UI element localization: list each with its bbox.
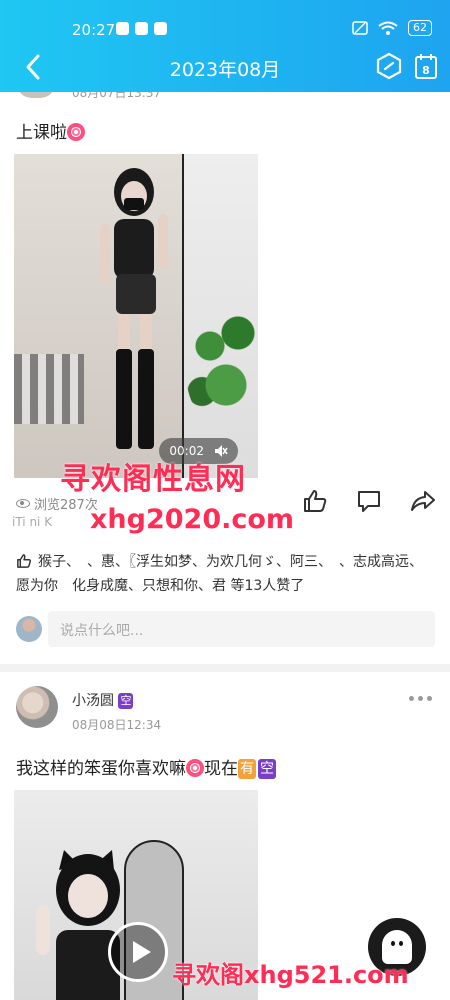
my-avatar: [16, 616, 42, 642]
battery-indicator: 62: [408, 20, 432, 36]
comment-input[interactable]: 说点什么吧...: [48, 611, 435, 647]
author-name-text: 小汤圆: [72, 693, 114, 709]
nav-bar: 2023年08月 8: [0, 50, 450, 84]
tiktok-notification-icon: [135, 22, 148, 35]
watermark-url: xhg2020.com: [90, 504, 295, 535]
post-video[interactable]: 00:02: [14, 154, 258, 478]
shield-notification-icon: [116, 22, 129, 35]
faded-caption: iTi ni K: [12, 515, 53, 529]
status-bar: 20:27 62: [0, 18, 450, 44]
sim-icon: [352, 21, 368, 35]
status-time: 20:27: [72, 21, 116, 39]
author-name[interactable]: 小汤圆 空: [72, 690, 134, 710]
author-badge: 空: [118, 693, 134, 709]
likes-text[interactable]: 猴子、 、惠、〖浮生如梦、为欢几何ゞ、阿三、 、志成高远、愿为你 化身成魔、只想…: [16, 554, 423, 594]
calendar-button[interactable]: 8: [414, 52, 438, 84]
post-actions: [302, 488, 436, 514]
watermark-bottom: 寻欢阁xhg521.com: [172, 961, 409, 989]
hexagon-icon[interactable]: [376, 52, 402, 80]
post-card: 08月07日13:37 上课啦 00:02 浏览287次 iTi ni K 寻欢…: [0, 82, 450, 664]
play-button[interactable]: [108, 922, 168, 982]
comment-icon[interactable]: [356, 488, 382, 514]
post-text-content: 上课啦: [16, 123, 67, 143]
home-notification-icon: [154, 22, 167, 35]
post-text-before: 我这样的笨蛋你喜欢嘛: [16, 759, 186, 779]
post-text-after: 现在: [204, 759, 238, 779]
notification-icons: [116, 22, 167, 35]
like-icon[interactable]: [302, 488, 328, 514]
video-person: [100, 168, 168, 449]
video-plant: [186, 294, 258, 424]
post-date: 08月08日12:34: [72, 718, 162, 732]
eye-icon: [16, 499, 30, 508]
lollipop-emoji-icon: [186, 759, 204, 777]
have-badge: 有: [238, 759, 256, 779]
watermark-site-name: 寻欢阁性息网: [60, 462, 246, 497]
post-text: 上课啦: [16, 118, 85, 143]
calendar-day: 8: [422, 64, 430, 77]
author-avatar[interactable]: [16, 686, 58, 728]
share-icon[interactable]: [410, 488, 436, 514]
calendar-icon: 8: [415, 54, 437, 79]
app-header: 20:27 62 2023年08月 8: [0, 0, 450, 92]
more-options-icon[interactable]: [409, 696, 432, 701]
empty-badge: 空: [258, 759, 276, 779]
wifi-icon: [378, 21, 398, 35]
video-bed: [14, 354, 84, 424]
like-small-icon: [17, 554, 32, 568]
likes-list: 猴子、 、惠、〖浮生如梦、为欢几何ゞ、阿三、 、志成高远、愿为你 化身成魔、只想…: [16, 550, 436, 598]
status-right: 62: [352, 20, 432, 36]
post-text: 我这样的笨蛋你喜欢嘛 现在有空: [16, 754, 276, 779]
lollipop-emoji-icon: [67, 123, 85, 141]
